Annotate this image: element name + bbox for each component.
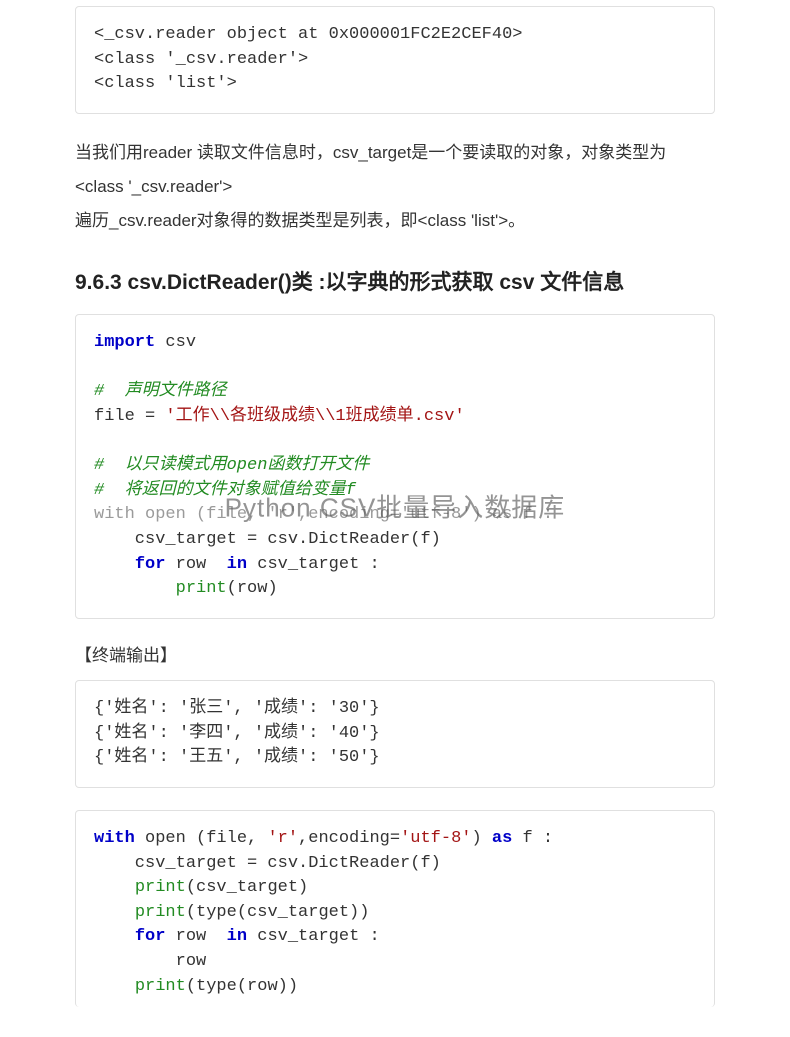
string-literal: 'r' xyxy=(267,829,298,848)
keyword-import: import xyxy=(94,333,155,352)
comment: # 以只读模式用open函数打开文件 xyxy=(94,456,369,475)
code-text: open (file, xyxy=(135,829,268,848)
code-text: ) xyxy=(472,829,492,848)
code-text: row xyxy=(165,927,226,946)
string-literal: '工作\\各班级成绩\\1班成绩单.csv' xyxy=(165,407,464,426)
code-text: csv_target : xyxy=(247,555,380,574)
output-block-2: {'姓名': '张三', '成绩': '30'} {'姓名': '李四', '成… xyxy=(75,680,715,788)
indent xyxy=(94,579,176,598)
page-content: <_csv.reader object at 0x000001FC2E2CEF4… xyxy=(0,6,790,1037)
code-line: <_csv.reader object at 0x000001FC2E2CEF4… xyxy=(94,25,522,44)
code-line: {'姓名': '王五', '成绩': '50'} xyxy=(94,748,380,767)
indent xyxy=(94,878,135,897)
code-text: csv_target : xyxy=(247,927,380,946)
keyword-as: as xyxy=(492,829,512,848)
code-line-faded: with open (file, 'r',encoding='utf-8') a… xyxy=(94,505,553,524)
code-text: file = xyxy=(94,407,165,426)
keyword-for: for xyxy=(135,927,166,946)
paragraph-1: 当我们用reader 读取文件信息时，csv_target是一个要读取的对象，对… xyxy=(75,136,715,238)
code-text: (csv_target) xyxy=(186,878,308,897)
keyword-with: with xyxy=(94,829,135,848)
indent xyxy=(94,555,135,574)
code-text: csv xyxy=(155,333,196,352)
para-line: 遍历_csv.reader对象得的数据类型是列表，即<class 'list'>… xyxy=(75,211,525,230)
code-line: csv_target = csv.DictReader(f) xyxy=(94,530,441,549)
code-text: (type(csv_target)) xyxy=(186,903,370,922)
output-block-1: <_csv.reader object at 0x000001FC2E2CEF4… xyxy=(75,6,715,114)
code-text: ,encoding= xyxy=(298,829,400,848)
code-line: <class '_csv.reader'> xyxy=(94,50,308,69)
code-block-dictreader: import csv # 声明文件路径 file = '工作\\各班级成绩\\1… xyxy=(75,314,715,619)
string-literal: 'utf-8' xyxy=(400,829,471,848)
code-text: f : xyxy=(512,829,553,848)
terminal-output-label: 【终端输出】 xyxy=(75,641,715,666)
code-text: (type(row)) xyxy=(186,977,298,996)
section-heading: 9.6.3 csv.DictReader()类 :以字典的形式获取 csv 文件… xyxy=(75,266,715,296)
builtin-print: print xyxy=(135,903,186,922)
indent xyxy=(94,927,135,946)
code-text: row xyxy=(165,555,226,574)
builtin-print: print xyxy=(176,579,227,598)
code-line: {'姓名': '李四', '成绩': '40'} xyxy=(94,724,380,743)
code-line: row xyxy=(94,952,206,971)
keyword-for: for xyxy=(135,555,166,574)
para-line: <class '_csv.reader'> xyxy=(75,177,232,196)
keyword-in: in xyxy=(227,555,247,574)
code-line: {'姓名': '张三', '成绩': '30'} xyxy=(94,699,380,718)
comment: # 声明文件路径 xyxy=(94,382,227,401)
code-block-dictreader-2: with open (file, 'r',encoding='utf-8') a… xyxy=(75,810,715,1007)
para-line: 当我们用reader 读取文件信息时，csv_target是一个要读取的对象，对… xyxy=(75,143,666,162)
code-line: <class 'list'> xyxy=(94,74,237,93)
code-text: (row) xyxy=(227,579,278,598)
keyword-in: in xyxy=(227,927,247,946)
builtin-print: print xyxy=(135,977,186,996)
builtin-print: print xyxy=(135,878,186,897)
indent xyxy=(94,977,135,996)
indent xyxy=(94,903,135,922)
comment: # 将返回的文件对象赋值给变量f xyxy=(94,481,356,500)
code-line: csv_target = csv.DictReader(f) xyxy=(94,854,441,873)
